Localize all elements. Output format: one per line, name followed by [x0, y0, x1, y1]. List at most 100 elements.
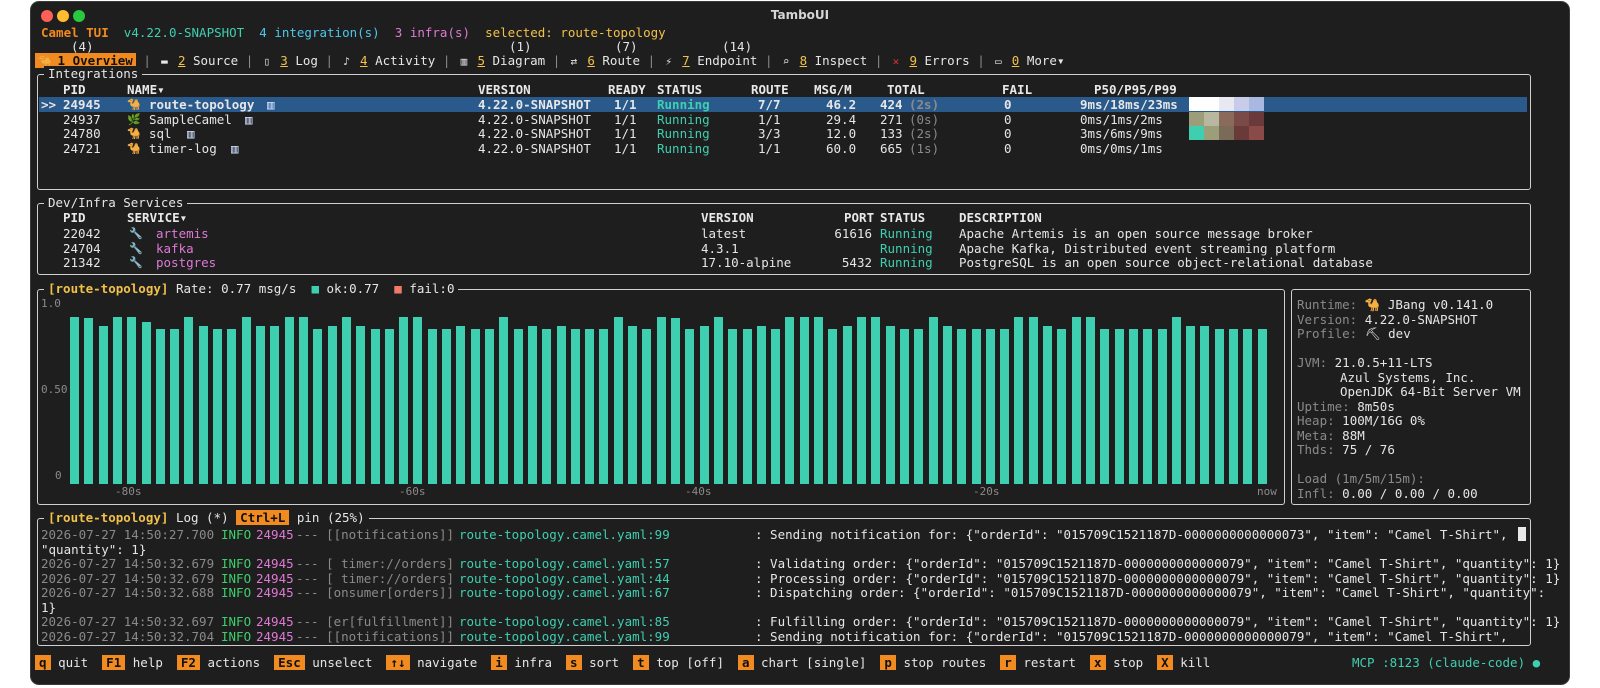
infra-service: kafka [156, 240, 194, 256]
tab-more[interactable]: ▭ 0 More▾ [992, 53, 1065, 68]
footer-key-chart[interactable]: a chart [single] [737, 655, 866, 670]
log-line: 2026-07-27 14:50:32.704 INFO 24945 --- [[no… [41, 629, 1521, 644]
rate-bar [1200, 326, 1210, 484]
rate-bar [1243, 329, 1253, 484]
shortcut-key[interactable]: t [633, 655, 649, 670]
rate-bar [671, 318, 680, 484]
rate-bar [885, 326, 895, 484]
y-tick-label: 0.50 [41, 383, 68, 396]
integration-count: 4 integration(s) [259, 25, 380, 40]
sort-name-header[interactable]: NAME▾ [127, 82, 165, 97]
book-icon[interactable]: ▥ [245, 112, 253, 127]
latency-heatmap-cell [1249, 97, 1264, 111]
book-icon[interactable]: ▥ [267, 97, 275, 112]
tab-activity[interactable]: ♪ 4 Activity [341, 53, 435, 68]
log-line: 1} [41, 600, 1521, 615]
table-row[interactable]: 24704 🔧 kafka 4.3.1 Running Apache Kafka, Dis… [31, 241, 1561, 256]
rate-bar [256, 326, 266, 484]
log-src: route-topology.camel.yaml:67 [459, 585, 670, 600]
tab-errors[interactable]: ✕ 9 Errors [890, 53, 970, 68]
footer-key-restart[interactable]: r restart [1000, 655, 1076, 670]
rate-bar [613, 317, 623, 484]
footer-key-help[interactable]: F1 help [102, 655, 163, 670]
rate-bar [871, 317, 881, 484]
footer-key-actions[interactable]: F2 actions [176, 655, 260, 670]
table-row[interactable]: 24937 🌿 SampleCamel 4.22.0-SNAPSHOT 1/1 Runni… [39, 111, 1527, 127]
sort-service-header[interactable]: SERVICE▾ [127, 210, 187, 225]
latency-heatmap-cell [1234, 111, 1249, 126]
table-row[interactable]: 21342 🔧 postgres 17.10-alpine 5432 Running Pos… [31, 255, 1561, 270]
rate-bar [241, 317, 251, 484]
ok-legend: ok:0.77 [326, 281, 380, 296]
footer-key-sort[interactable]: s sort [566, 655, 619, 670]
footer-key-stop[interactable]: x stop [1090, 655, 1143, 670]
footer-key-quit[interactable]: q quit [35, 655, 88, 670]
footer-key-infra[interactable]: i infra [491, 655, 552, 670]
integration-percentiles: 3ms/6ms/9ms [1080, 126, 1163, 141]
footer-key-top[interactable]: t top [off] [633, 655, 724, 670]
shortcut-key[interactable]: Esc [274, 655, 305, 670]
shortcut-key[interactable]: r [1000, 655, 1016, 670]
rate-bar [170, 329, 180, 484]
log-ts: 2026-07-27 14:50:32.704 [41, 628, 215, 644]
shortcut-key[interactable]: F2 [176, 655, 200, 670]
latency-heatmap-cell [1204, 111, 1219, 126]
table-row[interactable]: >> 24945 🐪 route-topology 4.22.0-SNAPSHOT 1/1… [39, 97, 1527, 112]
shortcut-key[interactable]: a [737, 655, 754, 670]
log-src: route-topology.camel.yaml:44 [459, 570, 670, 586]
tab-endpoint[interactable]: ⚡ 7 Endpoint [663, 53, 757, 68]
tab-diagram[interactable]: ▥ 5 Diagram [458, 53, 546, 68]
runtime-value: 8m50s [1357, 398, 1395, 414]
infra-pid: 24704 [63, 240, 101, 256]
tab-source[interactable]: ▬ 2 Source [158, 53, 238, 68]
integration-fail: 0 [1004, 140, 1012, 156]
integration-total: 424 [880, 97, 903, 112]
tab-log[interactable]: ▯ 3 Log [261, 53, 317, 68]
latency-heatmap-cell [1219, 97, 1234, 111]
shortcut-key[interactable]: q [35, 655, 51, 670]
runtime-row: Load (1m/5m/15m): [1297, 471, 1425, 486]
shortcut-key[interactable]: i [491, 655, 507, 670]
log-lvl: INFO [221, 556, 252, 571]
log-msg: : Sending notification for: {"orderId": … [755, 527, 1508, 542]
shortcut-label: help [132, 655, 163, 670]
integration-age: (2s) [909, 97, 940, 112]
shortcut-key[interactable]: x [1090, 655, 1106, 670]
rate-bar [699, 326, 709, 484]
table-row[interactable]: 24721 🐪 timer-log 4.22.0-SNAPSHOT 1/1 Running… [39, 141, 1527, 156]
shortcut-label: infra [514, 655, 552, 670]
integration-msg-per-min: 29.4 [826, 111, 857, 127]
tab-inspect[interactable]: ⌕ 8 Inspect [780, 53, 868, 68]
shortcut-key[interactable]: X [1157, 655, 1173, 670]
rate-bar [155, 329, 165, 484]
table-row[interactable]: 24780 🐪 sql 4.22.0-SNAPSHOT 1/1 Running 3/3 12.… [39, 126, 1527, 141]
log-shortcut-key[interactable]: Ctrl+L [236, 510, 290, 525]
integration-version: 4.22.0-SNAPSHOT [478, 140, 591, 156]
rate-bar [585, 329, 595, 484]
latency-heatmap-cell [1204, 97, 1219, 111]
log-thread: --- [[notifications]] [296, 628, 455, 644]
chart-rate: Rate: 0.77 msg/s [175, 281, 297, 296]
runtime-label: Runtime: [1297, 297, 1358, 312]
runtime-row: Uptime: 8m50s [1297, 399, 1395, 414]
table-row[interactable]: 22042 🔧 artemis latest 61616 Running Apache Ar… [31, 226, 1561, 241]
fail-legend-marker: ■ [394, 281, 402, 296]
rate-bar [1157, 329, 1167, 484]
shortcut-key[interactable]: F1 [102, 655, 126, 670]
tab-route[interactable]: ⇄ 6 Route [568, 53, 640, 68]
footer-key-stop[interactable]: p stop routes [880, 655, 986, 670]
rate-bar [141, 322, 151, 484]
footer-key-navigate[interactable]: ↑↓ navigate [386, 655, 477, 670]
shortcut-key[interactable]: ↑↓ [386, 655, 410, 670]
shortcut-key[interactable]: p [880, 655, 896, 670]
footer-key-unselect[interactable]: Esc unselect [274, 655, 372, 670]
footer-key-kill[interactable]: X kill [1157, 655, 1210, 670]
integration-fail: 0 [1004, 111, 1012, 127]
shortcut-label: stop [1113, 655, 1144, 670]
infra-pid: 22042 [63, 226, 101, 241]
book-icon[interactable]: ▥ [187, 126, 195, 141]
book-icon[interactable]: ▥ [231, 141, 239, 156]
rate-bar [1186, 326, 1196, 484]
header-line: Camel TUI v4.22.0-SNAPSHOT 4 integration… [41, 25, 666, 40]
shortcut-key[interactable]: s [566, 655, 582, 670]
